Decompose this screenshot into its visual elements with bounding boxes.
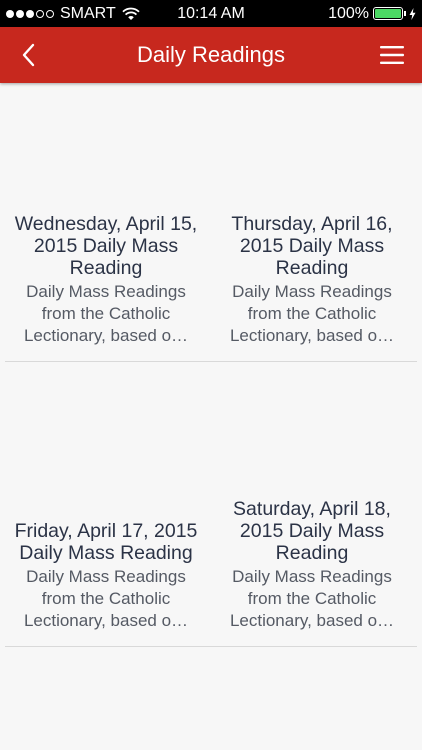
reading-title: Saturday, April 18, 2015 Daily Mass Read… xyxy=(233,498,391,564)
readings-grid: Wednesday, April 15, 2015 Daily Mass Rea… xyxy=(0,83,422,647)
reading-card[interactable]: Thursday, April 16, 2015 Daily Mass Read… xyxy=(211,83,413,361)
reading-card[interactable]: Saturday, April 18, 2015 Daily Mass Read… xyxy=(211,362,413,646)
reading-title: Wednesday, April 15, 2015 Daily Mass Rea… xyxy=(14,213,198,279)
reading-description: Daily Mass Readings from the Catholic Le… xyxy=(23,282,189,345)
hamburger-menu-icon[interactable] xyxy=(378,41,406,69)
charging-bolt-icon xyxy=(409,7,416,20)
battery-status: 100% xyxy=(328,4,416,23)
reading-card[interactable]: Wednesday, April 15, 2015 Daily Mass Rea… xyxy=(5,83,207,361)
reading-title: Thursday, April 16, 2015 Daily Mass Read… xyxy=(231,213,393,279)
readings-row: Friday, April 17, 2015 Daily Mass Readin… xyxy=(5,362,417,647)
status-bar: SMART 10:14 AM 100% xyxy=(0,0,422,27)
reading-description: Daily Mass Readings from the Catholic Le… xyxy=(229,567,395,630)
reading-title: Friday, April 17, 2015 Daily Mass Readin… xyxy=(14,520,198,564)
back-chevron-icon[interactable] xyxy=(16,41,44,69)
battery-percent: 100% xyxy=(328,5,369,22)
readings-row: Wednesday, April 15, 2015 Daily Mass Rea… xyxy=(5,83,417,362)
reading-description: Daily Mass Readings from the Catholic Le… xyxy=(229,282,395,345)
navigation-bar: Daily Readings xyxy=(0,27,422,83)
battery-icon xyxy=(373,7,403,20)
reading-description: Daily Mass Readings from the Catholic Le… xyxy=(23,567,189,630)
reading-card[interactable]: Friday, April 17, 2015 Daily Mass Readin… xyxy=(5,362,207,646)
page-title: Daily Readings xyxy=(137,42,285,67)
